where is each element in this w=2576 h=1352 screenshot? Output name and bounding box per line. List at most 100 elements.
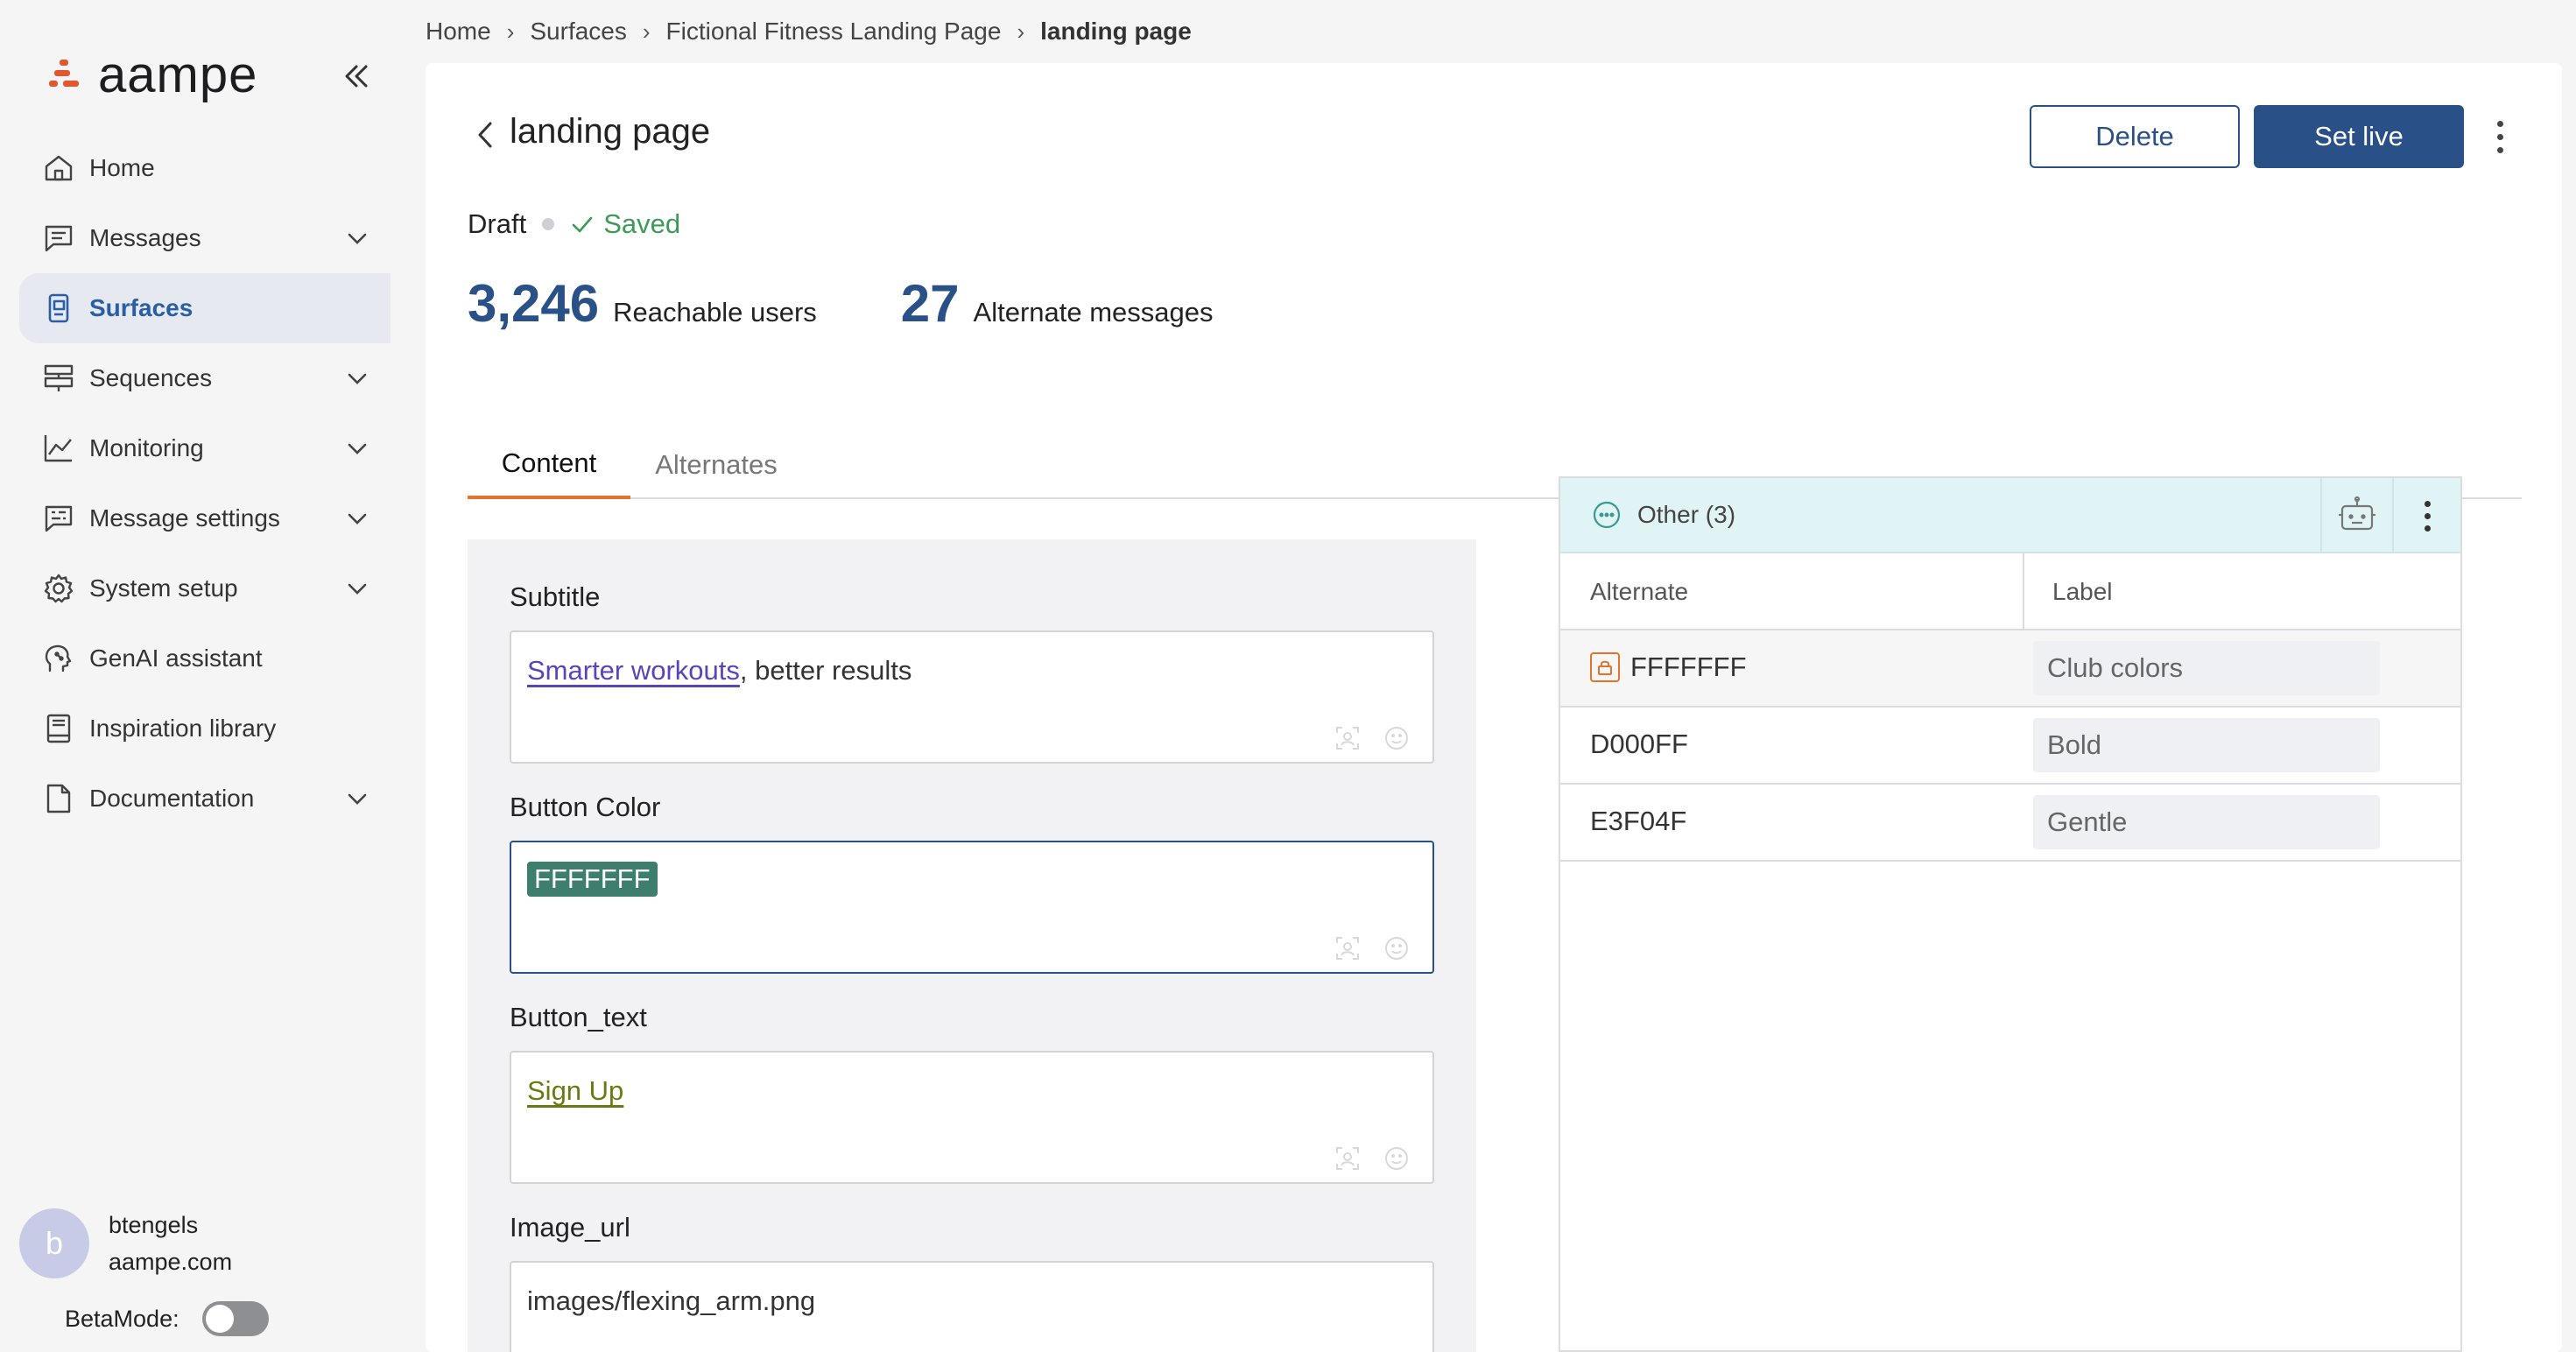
button-color-label: Button Color — [510, 792, 661, 822]
scan-icon[interactable] — [1333, 723, 1362, 753]
alternate-label-input[interactable]: Bold — [2033, 718, 2380, 772]
sidebar-item-label: System setup — [89, 574, 238, 602]
logo-text: aampe — [98, 46, 258, 103]
image-url-label: Image_url — [510, 1212, 630, 1243]
beta-mode-label: BetaMode: — [65, 1305, 179, 1332]
sidebar-item-genai-assistant[interactable]: GenAI assistant — [19, 623, 391, 694]
message-icon — [42, 222, 75, 255]
chevron-down-icon — [348, 513, 367, 525]
chevron-right-icon: › — [642, 18, 651, 45]
status-dot — [542, 218, 555, 230]
sidebar-item-documentation[interactable]: Documentation — [19, 764, 391, 834]
button-color-chip[interactable]: FFFFFFF — [527, 862, 658, 897]
breadcrumb-home[interactable]: Home — [426, 18, 491, 46]
chevron-down-icon — [348, 583, 367, 595]
subtitle-text: , better results — [739, 655, 912, 686]
alternate-label-input[interactable]: Club colors — [2033, 641, 2380, 695]
more-horizontal-circle-icon — [1593, 501, 1621, 529]
subtitle-field[interactable]: Smarter workouts, better results — [510, 630, 1434, 764]
chevron-left-icon — [478, 122, 492, 148]
breadcrumb-surfaces[interactable]: Surfaces — [530, 18, 627, 46]
collapse-sidebar-button[interactable] — [336, 56, 377, 96]
sidebar-item-label: Sequences — [89, 364, 213, 391]
alternate-messages-label: Alternate messages — [973, 297, 1214, 327]
alternate-label-input[interactable]: Gentle — [2033, 795, 2380, 849]
column-header-label: Label — [2052, 578, 2113, 605]
draft-status: Draft — [468, 208, 527, 239]
chevron-down-icon — [348, 443, 367, 454]
chevron-right-icon: › — [506, 18, 515, 45]
sequences-icon — [42, 362, 75, 395]
logo[interactable]: aampe — [49, 44, 257, 105]
button-text-field[interactable]: Sign Up — [510, 1051, 1434, 1184]
set-live-button[interactable]: Set live — [2254, 105, 2464, 168]
sidebar-nav: Home Messages Surfaces Sequences Monitor… — [19, 133, 391, 834]
breadcrumb: Home › Surfaces › Fictional Fitness Land… — [426, 16, 1192, 47]
more-options-icon[interactable] — [2487, 114, 2513, 159]
image-url-field[interactable]: images/flexing_arm.png — [510, 1261, 1434, 1352]
image-url-text: images/flexing_arm.png — [527, 1285, 816, 1316]
sidebar-item-message-settings[interactable]: Message settings — [19, 483, 391, 553]
tab-alternates[interactable]: Alternates — [630, 431, 802, 499]
avatar: b — [19, 1208, 89, 1278]
reachable-users-label: Reachable users — [613, 297, 817, 327]
alternates-panel: Other (3) Alternate Label FFFFFFF Club c… — [1559, 476, 2462, 1352]
book-icon — [42, 712, 75, 745]
alternate-value: D000FF — [1590, 729, 1688, 759]
user-profile[interactable]: b btengels aampe.com — [19, 1207, 232, 1280]
subtitle-variable-link[interactable]: Smarter workouts — [527, 655, 740, 686]
table-row[interactable]: D000FF Bold — [1560, 708, 2460, 785]
table-row[interactable]: E3F04F Gentle — [1560, 785, 2460, 862]
tab-content[interactable]: Content — [468, 431, 630, 499]
subtitle-label: Subtitle — [510, 581, 601, 612]
beta-mode: BetaMode: — [65, 1301, 269, 1336]
page-title: landing page — [510, 112, 711, 151]
sidebar-item-home[interactable]: Home — [19, 133, 391, 203]
emoji-icon[interactable] — [1382, 723, 1411, 753]
genai-icon — [42, 642, 75, 675]
chevron-right-icon: › — [1017, 18, 1025, 45]
sidebar-item-label: Inspiration library — [89, 715, 277, 742]
sidebar-item-label: Monitoring — [89, 434, 204, 461]
sidebar-item-inspiration-library[interactable]: Inspiration library — [19, 694, 391, 764]
ai-generate-button[interactable] — [2320, 478, 2392, 553]
user-info: btengels aampe.com — [109, 1207, 232, 1280]
chevron-down-icon — [348, 373, 367, 384]
sidebar-item-label: GenAI assistant — [89, 644, 263, 672]
sidebar-item-label: Home — [89, 154, 155, 181]
saved-label: Saved — [603, 208, 681, 239]
sidebar-item-label: Messages — [89, 224, 201, 251]
chart-icon — [42, 432, 75, 465]
sidebar-item-sequences[interactable]: Sequences — [19, 343, 391, 413]
robot-icon — [2339, 496, 2375, 531]
sidebar-item-surfaces[interactable]: Surfaces — [19, 273, 391, 343]
button-text-label: Button_text — [510, 1002, 647, 1032]
beta-mode-toggle[interactable] — [201, 1301, 269, 1336]
sidebar-item-label: Surfaces — [89, 294, 194, 321]
gear-icon — [42, 572, 75, 605]
main-panel: landing page Delete Set live Draft Saved… — [426, 63, 2562, 1352]
lock-icon — [1590, 652, 1620, 682]
alternate-value: E3F04F — [1590, 806, 1687, 836]
sidebar-item-system-setup[interactable]: System setup — [19, 553, 391, 623]
back-button[interactable] — [475, 117, 501, 152]
scan-icon[interactable] — [1333, 933, 1362, 963]
alternates-group-label: Other (3) — [1637, 501, 1736, 528]
alternates-group-header[interactable]: Other (3) — [1560, 478, 2460, 553]
sidebar-item-monitoring[interactable]: Monitoring — [19, 413, 391, 483]
breadcrumb-surface[interactable]: Fictional Fitness Landing Page — [666, 18, 1002, 46]
button-color-field[interactable]: FFFFFFF — [510, 841, 1434, 974]
delete-button[interactable]: Delete — [2030, 105, 2240, 168]
sidebar-item-messages[interactable]: Messages — [19, 203, 391, 273]
double-chevron-left-icon — [345, 65, 368, 88]
table-row[interactable]: FFFFFFF Club colors — [1560, 630, 2460, 708]
more-options-icon[interactable] — [2392, 478, 2460, 553]
home-icon — [42, 151, 75, 185]
status-bar: Draft Saved — [468, 208, 680, 240]
column-header-alternate: Alternate — [1590, 578, 1689, 605]
emoji-icon[interactable] — [1382, 1144, 1411, 1173]
check-icon — [572, 216, 593, 233]
scan-icon[interactable] — [1333, 1144, 1362, 1173]
emoji-icon[interactable] — [1382, 933, 1411, 963]
button-text-variable-link[interactable]: Sign Up — [527, 1075, 623, 1106]
